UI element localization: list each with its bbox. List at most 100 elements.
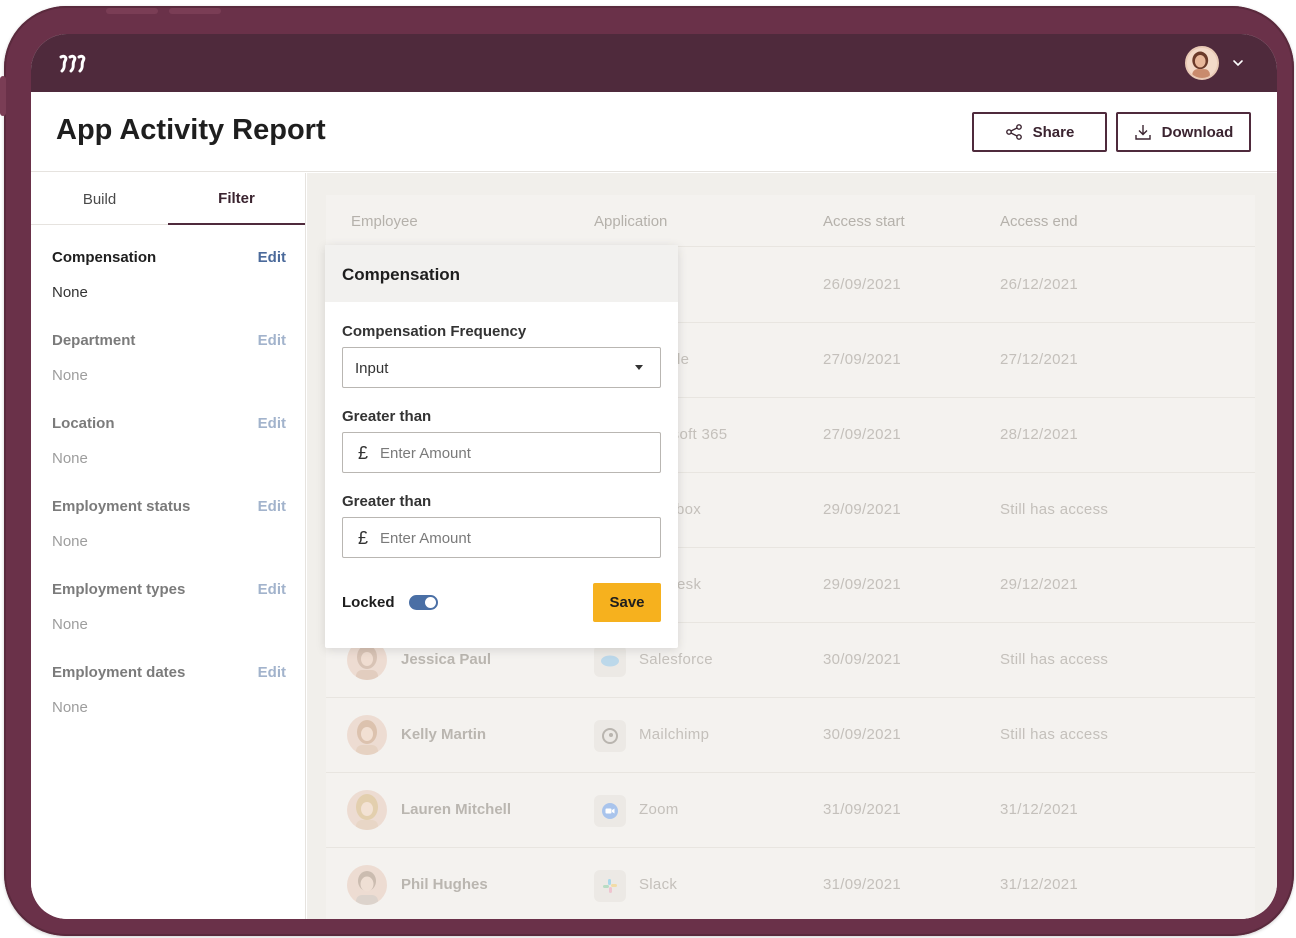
locked-label: Locked <box>342 594 395 611</box>
mailchimp-icon <box>594 720 626 752</box>
employee-name-cell: Jessica Paul <box>401 651 492 668</box>
screen: App Activity Report Share Download Build… <box>31 34 1277 919</box>
edit-compensation-link[interactable]: Edit <box>258 249 286 266</box>
access-start-cell: 31/09/2021 <box>823 876 902 893</box>
filter-sidebar: Build Filter Compensation Edit None Depa… <box>31 173 306 919</box>
greater-than-amount-input-2[interactable]: £ Enter Amount <box>342 517 661 558</box>
frequency-select[interactable]: Input <box>342 347 661 388</box>
filter-label: Employment status <box>52 498 191 515</box>
filter-value: None <box>52 284 88 301</box>
employee-portrait-icon <box>356 871 378 905</box>
access-start-cell: 29/09/2021 <box>823 501 902 518</box>
salesforce-icon <box>594 645 626 677</box>
page-title: App Activity Report <box>56 114 326 146</box>
employee-portrait-icon <box>356 720 378 755</box>
avatar <box>347 865 387 905</box>
top-bar <box>31 34 1277 92</box>
filter-value: None <box>52 699 88 716</box>
access-end-cell: 31/12/2021 <box>1000 876 1079 893</box>
tab-filter[interactable]: Filter <box>168 173 305 225</box>
zoom-icon <box>594 795 626 827</box>
download-button[interactable]: Download <box>1116 112 1251 152</box>
download-icon <box>1134 125 1151 140</box>
amount-placeholder: Enter Amount <box>380 445 471 462</box>
table-row[interactable]: Lauren Mitchell Zoom 31/09/2021 31/12/20… <box>326 773 1255 848</box>
access-start-cell: 30/09/2021 <box>823 651 902 668</box>
filter-value: None <box>52 533 88 550</box>
download-label: Download <box>1161 123 1234 141</box>
save-button[interactable]: Save <box>593 583 661 622</box>
tab-build[interactable]: Build <box>31 173 168 225</box>
access-start-cell: 30/09/2021 <box>823 726 902 743</box>
avatar <box>347 715 387 755</box>
access-end-cell: 31/12/2021 <box>1000 801 1079 818</box>
frequency-value: Input <box>355 360 389 377</box>
access-start-cell: 26/09/2021 <box>823 276 902 293</box>
access-end-cell: 26/12/2021 <box>1000 276 1079 293</box>
access-start-cell: 31/09/2021 <box>823 801 902 818</box>
sidebar-tabs: Build Filter <box>31 173 306 225</box>
edit-employment-types-link[interactable]: Edit <box>258 581 286 598</box>
tablet-frame: App Activity Report Share Download Build… <box>0 6 1294 936</box>
chevron-down-icon[interactable] <box>1231 56 1245 70</box>
application-cell: esk <box>677 576 702 593</box>
column-access-end[interactable]: Access end <box>1000 213 1078 230</box>
employee-name-cell: Lauren Mitchell <box>401 801 512 818</box>
filter-label: Employment dates <box>52 664 186 681</box>
user-portrait-icon <box>1187 48 1217 78</box>
edit-department-link[interactable]: Edit <box>258 332 286 349</box>
table-row[interactable]: Kelly Martin Mailchimp 30/09/2021 Still … <box>326 698 1255 773</box>
edit-employment-status-link[interactable]: Edit <box>258 498 286 515</box>
access-end-cell: Still has access <box>1000 501 1109 518</box>
column-access-start[interactable]: Access start <box>823 213 905 230</box>
application-cell: le <box>677 351 690 368</box>
compensation-filter-popover: Compensation Compensation Frequency Inpu… <box>325 245 678 648</box>
access-end-cell: 29/12/2021 <box>1000 576 1079 593</box>
table-header: Employee Application Access start Access… <box>326 195 1255 247</box>
filter-label: Department <box>52 332 136 349</box>
filter-label: Employment types <box>52 581 186 598</box>
employee-portrait-icon <box>356 794 378 830</box>
access-end-cell: Still has access <box>1000 651 1109 668</box>
filter-value: None <box>52 616 88 633</box>
employee-name-cell: Phil Hughes <box>401 876 488 893</box>
filter-label: Compensation <box>52 249 157 266</box>
edit-location-link[interactable]: Edit <box>258 415 286 432</box>
access-start-cell: 27/09/2021 <box>823 426 902 443</box>
filter-label: Location <box>52 415 115 432</box>
table-row[interactable]: Phil Hughes Slack 31/09/2021 31/12/2021 <box>326 848 1255 919</box>
slack-icon <box>594 870 626 902</box>
logo-icon <box>59 54 86 73</box>
greater-than-amount-input[interactable]: £ Enter Amount <box>342 432 661 473</box>
share-button[interactable]: Share <box>972 112 1107 152</box>
filter-value: None <box>52 367 88 384</box>
access-start-cell: 29/09/2021 <box>823 576 902 593</box>
access-end-cell: 28/12/2021 <box>1000 426 1079 443</box>
page-header: App Activity Report Share Download <box>31 92 1277 172</box>
application-cell: box <box>676 501 702 518</box>
greater-than-label: Greater than <box>342 408 432 425</box>
locked-toggle[interactable] <box>409 595 438 610</box>
user-avatar[interactable] <box>1185 46 1219 80</box>
access-end-cell: 27/12/2021 <box>1000 351 1079 368</box>
greater-than-label: Greater than <box>342 493 432 510</box>
popover-title: Compensation <box>342 265 461 284</box>
device-button <box>106 8 158 14</box>
access-start-cell: 27/09/2021 <box>823 351 902 368</box>
device-button <box>169 8 221 14</box>
device-button <box>0 76 6 116</box>
pound-icon: £ <box>358 443 369 463</box>
popover-header: Compensation <box>325 245 678 302</box>
edit-employment-dates-link[interactable]: Edit <box>258 664 286 681</box>
application-cell: Slack <box>639 876 678 893</box>
column-application[interactable]: Application <box>594 213 667 230</box>
share-icon <box>1005 124 1022 140</box>
caret-down-icon <box>635 365 643 370</box>
employee-name-cell: Kelly Martin <box>401 726 487 743</box>
frequency-label: Compensation Frequency <box>342 323 527 340</box>
column-employee[interactable]: Employee <box>351 213 418 230</box>
application-cell: Zoom <box>639 801 679 818</box>
toggle-knob <box>425 597 436 608</box>
filter-value: None <box>52 450 88 467</box>
amount-placeholder: Enter Amount <box>380 530 471 547</box>
